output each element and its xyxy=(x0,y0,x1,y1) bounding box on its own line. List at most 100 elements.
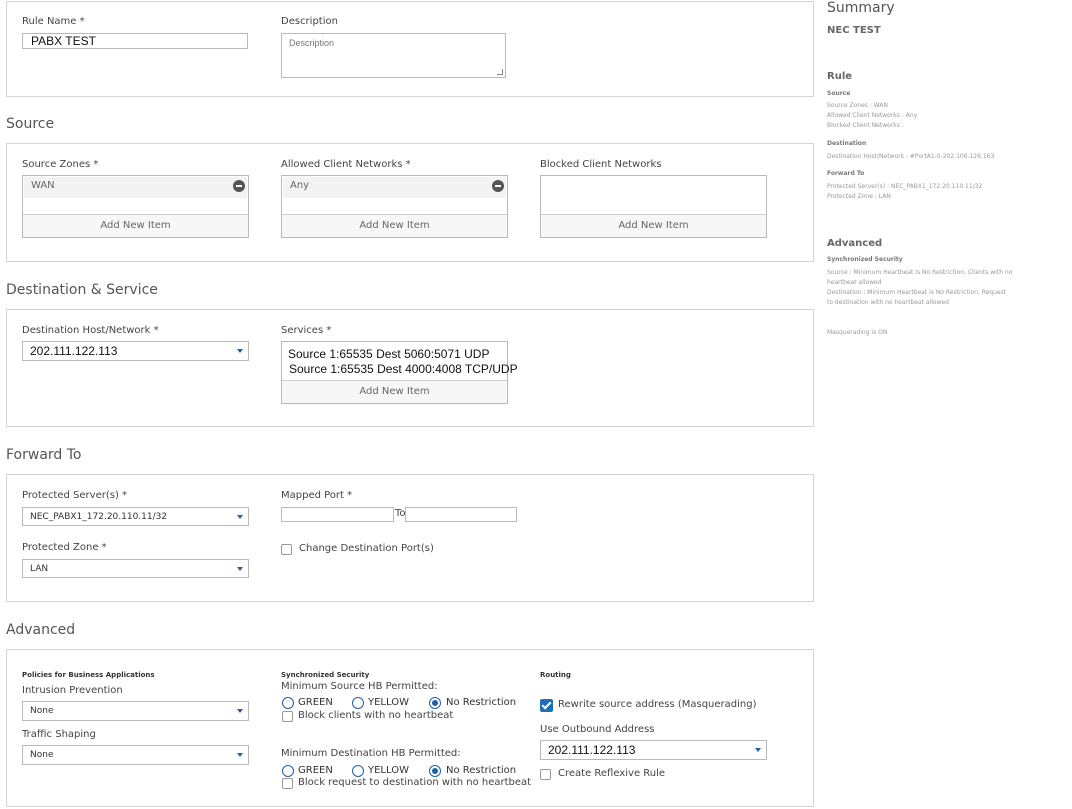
mapped-port-to-input[interactable] xyxy=(405,507,517,522)
summary-masquerading: Masquerading is ON xyxy=(827,329,888,336)
chevron-down-icon xyxy=(755,748,761,752)
source-zones-list[interactable]: WAN Add New Item xyxy=(22,175,249,238)
dest-green-label: GREEN xyxy=(298,765,333,776)
source-green-radio[interactable] xyxy=(282,697,294,709)
service-item[interactable]: Source 1:65535 Dest 4000:4008 TCP/UDP xyxy=(289,362,518,376)
summary-sync-dest-line: to destination with no heartbeat allowed xyxy=(827,299,949,306)
change-port-checkbox[interactable] xyxy=(281,544,292,555)
outbound-address-value: 202.111.122.113 xyxy=(548,743,636,757)
rule-name-label: Rule Name * xyxy=(22,16,85,27)
destination-host-value: 202.111.122.113 xyxy=(30,344,118,358)
add-source-zone-button[interactable]: Add New Item xyxy=(23,214,248,237)
dest-yellow-radio[interactable] xyxy=(352,765,364,777)
summary-forward-line: Protected Zone : LAN xyxy=(827,193,891,200)
allowed-network-item-label: Any xyxy=(290,180,310,191)
block-clients-label: Block clients with no heartbeat xyxy=(298,710,454,721)
min-dest-hb-label: Minimum Destination HB Permitted: xyxy=(281,748,461,759)
summary-source-line: Blocked Client Networks : xyxy=(827,122,904,129)
source-zone-item: WAN xyxy=(24,177,247,198)
allowed-networks-list[interactable]: Any Add New Item xyxy=(281,175,508,238)
min-source-hb-label: Minimum Source HB Permitted: xyxy=(281,681,438,692)
protected-servers-value: NEC_PABX1_172.20.110.11/32 xyxy=(30,512,168,522)
destination-host-select[interactable]: 202.111.122.113 xyxy=(22,341,249,361)
allowed-network-item: Any xyxy=(283,177,506,198)
traffic-shaping-label: Traffic Shaping xyxy=(22,729,96,740)
chevron-down-icon xyxy=(237,709,243,713)
source-zone-item-label: WAN xyxy=(31,180,55,191)
blocked-networks-list[interactable]: Add New Item xyxy=(540,175,767,238)
sync-security-heading: Synchronized Security xyxy=(281,671,370,679)
block-dest-label: Block request to destination with no hea… xyxy=(298,777,532,788)
add-blocked-network-button[interactable]: Add New Item xyxy=(541,214,766,237)
source-yellow-radio[interactable] xyxy=(352,697,364,709)
rule-panel: Rule Name * PABX TEST Description Descri… xyxy=(6,1,814,97)
summary-rule-name: NEC TEST xyxy=(827,25,881,36)
protected-zone-select[interactable]: LAN xyxy=(22,559,249,578)
add-allowed-network-button[interactable]: Add New Item xyxy=(282,214,507,237)
source-green-label: GREEN xyxy=(298,697,333,708)
chevron-down-icon xyxy=(237,567,243,571)
protected-zone-label: Protected Zone * xyxy=(22,542,107,553)
intrusion-prevention-select[interactable]: None xyxy=(22,701,249,721)
protected-servers-label: Protected Server(s) * xyxy=(22,490,128,501)
routing-heading: Routing xyxy=(540,671,571,679)
summary-sync-source-line: heartbeat allowed xyxy=(827,279,882,286)
summary-sync-dest-line: Destination : Minimum Heartbeat is No Re… xyxy=(827,289,1007,296)
summary-source-line: Source Zones : WAN xyxy=(827,102,888,109)
mapped-port-to-label: To xyxy=(395,508,406,519)
block-clients-checkbox[interactable] xyxy=(282,711,293,722)
rewrite-source-checkbox[interactable] xyxy=(540,699,553,712)
source-no-restriction-label: No Restriction xyxy=(446,697,517,708)
source-yellow-label: YELLOW xyxy=(368,697,409,708)
rewrite-source-label: Rewrite source address (Masquerading) xyxy=(558,699,757,710)
policies-heading: Policies for Business Applications xyxy=(22,671,155,679)
summary-forward-heading: Forward To xyxy=(827,170,865,177)
remove-item-icon[interactable] xyxy=(492,180,504,192)
forward-section-title: Forward To xyxy=(6,447,82,463)
remove-item-icon[interactable] xyxy=(233,180,245,192)
summary-rule-heading: Rule xyxy=(827,71,853,82)
summary-sync-heading: Synchronized Security xyxy=(827,256,903,263)
intrusion-prevention-label: Intrusion Prevention xyxy=(22,685,123,696)
rule-name-input[interactable]: PABX TEST xyxy=(22,33,248,49)
block-dest-checkbox[interactable] xyxy=(282,778,293,789)
protected-zone-value: LAN xyxy=(30,564,49,574)
dest-green-radio[interactable] xyxy=(282,765,294,777)
summary-forward-line: Protected Server(s) : NEC_PABX1_172.20.1… xyxy=(827,183,983,190)
traffic-shaping-value: None xyxy=(30,750,54,760)
reflexive-rule-checkbox[interactable] xyxy=(540,769,551,780)
summary-sync-source-line: Source : Minimum Heartbeat is No Restric… xyxy=(827,269,1013,276)
summary-title: Summary xyxy=(827,0,895,16)
advanced-panel: Policies for Business Applications Intru… xyxy=(6,649,814,807)
services-list[interactable]: Source 1:65535 Dest 5060:5071 UDP Source… xyxy=(281,341,518,404)
source-section-title: Source xyxy=(6,116,55,132)
chevron-down-icon xyxy=(237,515,243,519)
traffic-shaping-select[interactable]: None xyxy=(22,745,249,765)
destination-host-label: Destination Host/Network * xyxy=(22,325,159,336)
dest-no-restriction-radio[interactable] xyxy=(429,765,441,777)
summary-destination-heading: Destination xyxy=(827,140,867,147)
service-item[interactable]: Source 1:65535 Dest 5060:5071 UDP xyxy=(288,347,489,361)
change-port-label: Change Destination Port(s) xyxy=(299,543,434,554)
source-zones-label: Source Zones * xyxy=(22,159,99,170)
summary-source-line: Allowed Client Networks : Any xyxy=(827,112,918,119)
resize-handle-icon[interactable] xyxy=(497,69,503,75)
source-no-restriction-radio[interactable] xyxy=(429,697,441,709)
summary-advanced-heading: Advanced xyxy=(827,238,883,249)
description-textarea[interactable]: Description xyxy=(281,33,506,78)
description-label: Description xyxy=(281,16,338,27)
blocked-networks-label: Blocked Client Networks xyxy=(540,159,662,170)
destination-panel: Destination Host/Network * 202.111.122.1… xyxy=(6,309,814,427)
source-panel: Source Zones * WAN Add New Item Allowed … xyxy=(6,143,814,262)
chevron-down-icon xyxy=(237,349,243,353)
outbound-address-select[interactable]: 202.111.122.113 xyxy=(540,740,767,760)
allowed-networks-label: Allowed Client Networks * xyxy=(281,159,411,170)
mapped-port-from-input[interactable] xyxy=(281,507,394,522)
protected-servers-select[interactable]: NEC_PABX1_172.20.110.11/32 xyxy=(22,507,249,526)
destination-section-title: Destination & Service xyxy=(6,282,158,298)
mapped-port-label: Mapped Port * xyxy=(281,490,353,501)
advanced-section-title: Advanced xyxy=(6,622,76,638)
intrusion-prevention-value: None xyxy=(30,706,54,716)
summary-panel: Summary NEC TEST Rule Source Source Zone… xyxy=(827,0,1067,345)
add-service-button[interactable]: Add New Item xyxy=(282,380,507,403)
